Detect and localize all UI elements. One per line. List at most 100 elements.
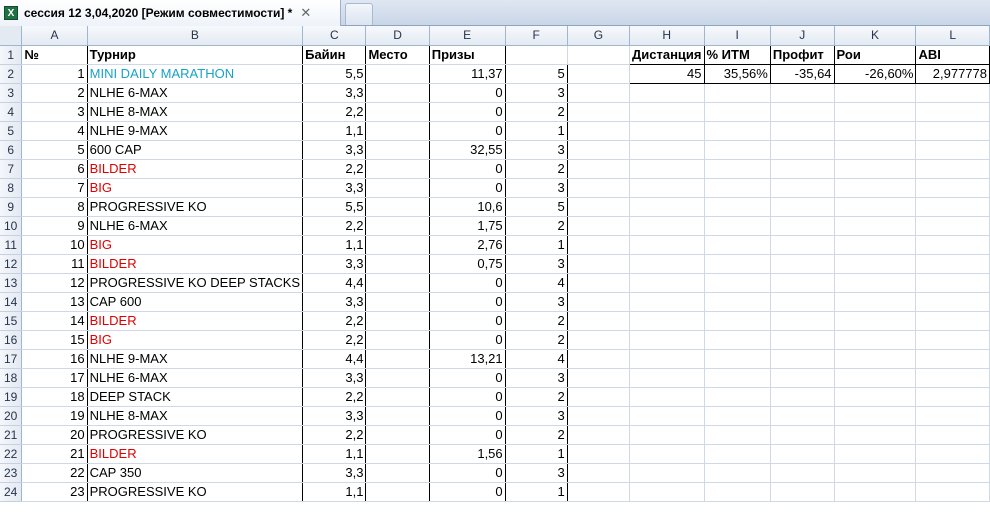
cell-g[interactable] (567, 197, 630, 217)
cell-f[interactable]: 1 (505, 444, 568, 464)
cell-c[interactable]: 3,3 (302, 83, 367, 103)
cell-i[interactable]: % ИТМ (703, 44, 771, 65)
cell-d[interactable] (365, 482, 430, 502)
cell-k[interactable] (834, 254, 917, 274)
cell-e[interactable]: 0 (429, 102, 506, 122)
cell-h[interactable] (629, 387, 705, 407)
cell-g[interactable] (567, 102, 630, 122)
row-header[interactable]: 24 (0, 482, 23, 502)
cell-i[interactable] (704, 121, 771, 141)
row-header[interactable]: 18 (0, 368, 23, 388)
cell-d[interactable] (365, 349, 430, 369)
cell-k[interactable]: Рои (833, 44, 917, 65)
cell-g[interactable] (567, 482, 630, 502)
cell-h[interactable] (629, 140, 705, 160)
cell-e[interactable]: 0 (429, 178, 506, 198)
cell-g[interactable] (567, 216, 630, 236)
cell-g[interactable] (567, 463, 630, 483)
cell-f[interactable]: 1 (505, 121, 568, 141)
cell-h[interactable] (629, 482, 705, 502)
cell-k[interactable] (834, 368, 917, 388)
cell-c[interactable]: 5,5 (302, 197, 367, 217)
row-header[interactable]: 14 (0, 292, 23, 312)
cell-b[interactable]: BILDER (87, 444, 304, 464)
cell-h[interactable] (629, 254, 705, 274)
cell-i[interactable] (704, 83, 771, 103)
cell-c[interactable]: 2,2 (302, 387, 367, 407)
row-header[interactable]: 9 (0, 197, 23, 217)
cell-k[interactable] (834, 330, 917, 350)
cell-d[interactable] (365, 368, 430, 388)
cell-g[interactable] (567, 292, 630, 312)
cell-h[interactable] (629, 235, 705, 255)
cell-a[interactable]: 4 (21, 121, 88, 141)
cell-k[interactable] (834, 121, 917, 141)
cell-g[interactable] (567, 387, 630, 407)
cell-a[interactable]: 13 (21, 292, 88, 312)
cell-j[interactable] (770, 387, 835, 407)
row-header[interactable]: 7 (0, 159, 23, 179)
cell-j[interactable] (770, 102, 835, 122)
cell-i[interactable] (704, 349, 771, 369)
cell-c[interactable]: 3,3 (302, 368, 367, 388)
row-header[interactable]: 22 (0, 444, 23, 464)
cell-h[interactable] (629, 463, 705, 483)
cell-b[interactable]: BIG (87, 235, 304, 255)
cell-c[interactable]: 3,3 (302, 140, 367, 160)
cell-j[interactable] (770, 292, 835, 312)
cell-d[interactable] (365, 292, 430, 312)
cell-f[interactable]: 2 (505, 311, 568, 331)
cell-e[interactable]: 0,75 (429, 254, 506, 274)
cell-l[interactable]: ABI (915, 44, 990, 65)
cell-k[interactable] (834, 311, 917, 331)
cell-e[interactable]: 0 (429, 463, 506, 483)
cell-j[interactable] (770, 121, 835, 141)
cell-h[interactable] (629, 406, 705, 426)
cell-j[interactable] (770, 216, 835, 236)
cell-d[interactable] (365, 140, 430, 160)
cell-g[interactable] (567, 140, 630, 160)
cell-k[interactable] (834, 178, 917, 198)
cell-b[interactable]: NLHE 6-MAX (87, 368, 304, 388)
cell-d[interactable] (365, 311, 430, 331)
cell-g[interactable] (567, 425, 630, 445)
row-header[interactable]: 12 (0, 254, 23, 274)
cell-i[interactable] (704, 235, 771, 255)
cell-a[interactable]: 17 (21, 368, 88, 388)
cell-d[interactable] (365, 64, 430, 84)
cell-l[interactable] (915, 482, 990, 502)
cell-e[interactable]: 11,37 (429, 64, 506, 84)
cell-g[interactable] (567, 121, 630, 141)
row-header[interactable]: 11 (0, 235, 23, 255)
cell-j[interactable]: -35,64 (769, 63, 835, 84)
cell-b[interactable]: BILDER (87, 254, 304, 274)
cell-h[interactable] (629, 349, 705, 369)
cell-f[interactable]: 2 (505, 159, 568, 179)
row-header[interactable]: 19 (0, 387, 23, 407)
cell-h[interactable] (629, 444, 705, 464)
cell-l[interactable] (915, 425, 990, 445)
cell-f[interactable]: 3 (505, 140, 568, 160)
cell-k[interactable] (834, 292, 917, 312)
cell-i[interactable]: 35,56% (703, 63, 771, 84)
cell-j[interactable] (770, 197, 835, 217)
cell-e[interactable]: 0 (429, 273, 506, 293)
cell-i[interactable] (704, 178, 771, 198)
cell-f[interactable]: 4 (505, 349, 568, 369)
cell-b[interactable]: BIG (87, 178, 304, 198)
cell-l[interactable]: 2,977778 (915, 63, 990, 84)
cell-b[interactable]: NLHE 6-MAX (87, 83, 304, 103)
cell-k[interactable] (834, 349, 917, 369)
cell-d[interactable] (365, 102, 430, 122)
cell-l[interactable] (915, 311, 990, 331)
cell-i[interactable] (704, 197, 771, 217)
cell-i[interactable] (704, 406, 771, 426)
cell-f[interactable]: 3 (505, 406, 568, 426)
row-header[interactable]: 3 (0, 83, 23, 103)
cell-h[interactable] (629, 311, 705, 331)
cell-b[interactable]: CAP 600 (87, 292, 304, 312)
cell-a[interactable]: 7 (21, 178, 88, 198)
cell-d[interactable] (365, 121, 430, 141)
cell-k[interactable]: -26,60% (833, 63, 917, 84)
select-all-corner[interactable] (0, 26, 23, 46)
